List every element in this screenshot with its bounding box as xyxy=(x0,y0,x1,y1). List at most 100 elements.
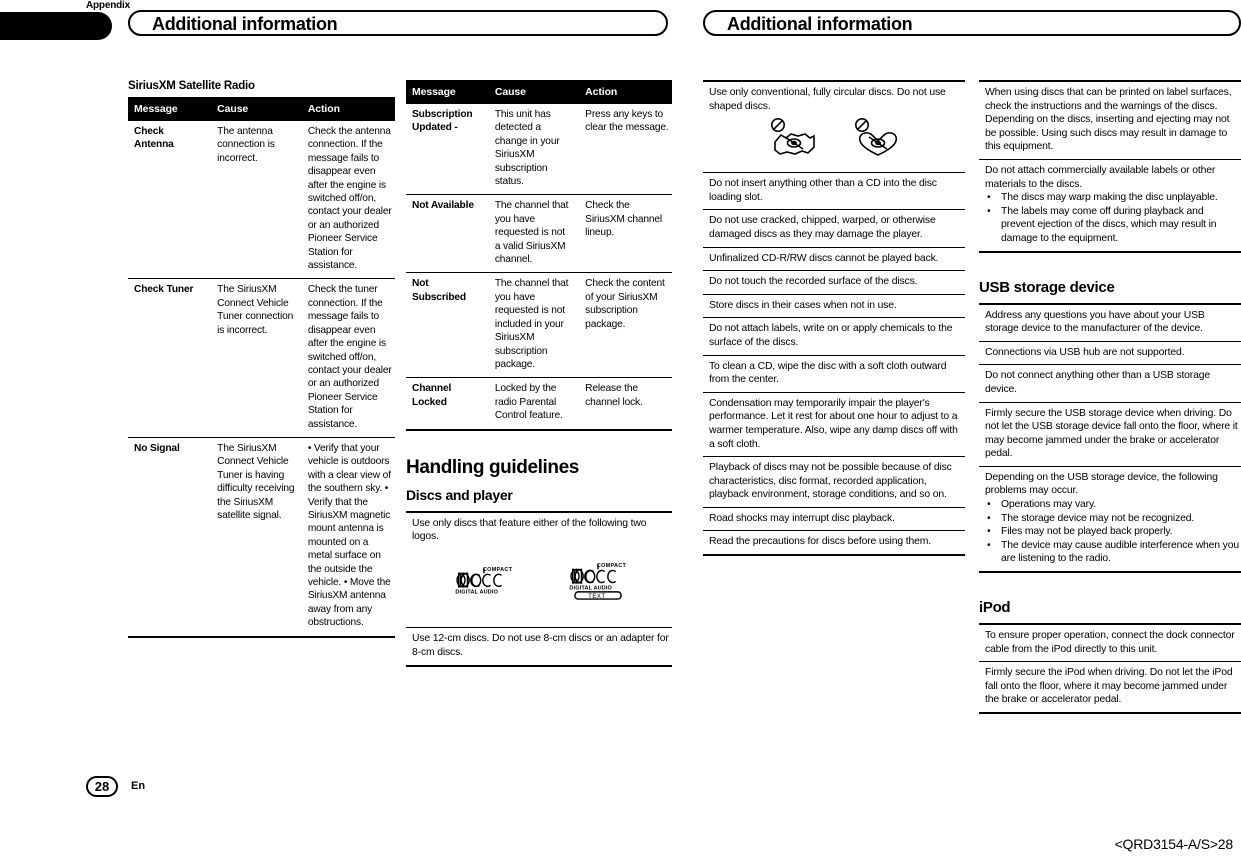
column-header-message: Message xyxy=(128,97,212,121)
column-four: When using discs that can be printed on … xyxy=(979,80,1241,714)
cell-cause: The SiriusXM Connect Vehicle Tuner is ha… xyxy=(211,436,302,637)
cell-cause: This unit has detected a change in your … xyxy=(494,109,560,188)
table-header-row: Message Cause Action xyxy=(128,97,395,121)
rule-item: Read the precautions for discs before us… xyxy=(703,531,965,557)
cell-message: No Signal xyxy=(128,436,212,637)
cell-message: Channel Locked xyxy=(406,377,489,430)
rule-item: Do not attach labels, write on or apply … xyxy=(703,318,965,356)
rule-item: Use 12-cm discs. Do not use 8-cm discs o… xyxy=(406,628,672,667)
bullet-item: Files may not be played back properly. xyxy=(985,525,1239,539)
siriusxm-message-table-part1: Message Cause Action Check Antenna The a… xyxy=(128,97,395,639)
page-title-left: Additional information xyxy=(152,14,338,34)
svg-text:DIGITAL AUDIO: DIGITAL AUDIO xyxy=(569,585,612,591)
no-shaped-disc-square-icon xyxy=(771,118,815,156)
cell-message: Check Tuner xyxy=(128,278,212,438)
chapter-thumb-tab xyxy=(0,12,112,40)
rule-item: Do not use cracked, chipped, warped, or … xyxy=(703,210,965,248)
rule-item: Firmly secure the USB storage device whe… xyxy=(979,403,1241,467)
table-header-row: Message Cause Action xyxy=(406,80,672,104)
bullet-item: The discs may warp making the disc unpla… xyxy=(985,191,1239,205)
column-header-cause: Cause xyxy=(211,97,302,121)
table-row: Not Available The channel that you have … xyxy=(406,194,672,273)
column-header-cause: Cause xyxy=(488,80,580,104)
rule-item: Do not touch the recorded surface of the… xyxy=(703,271,965,295)
rule-item: Unfinalized CD-R/RW discs cannot be play… xyxy=(703,248,965,272)
rule-item: When using discs that can be printed on … xyxy=(979,82,1241,160)
svg-text:TEXT: TEXT xyxy=(588,594,606,600)
cell-action: Check the antenna connection. If the mes… xyxy=(307,126,392,272)
svg-text:COMPACT: COMPACT xyxy=(597,563,627,569)
cell-action: Press any keys to clear the message. xyxy=(585,109,669,134)
cell-message: Subscription Updated - xyxy=(412,109,473,134)
usb-storage-device-title: USB storage device xyxy=(979,278,1115,296)
rule-item: Do not connect anything other than a USB… xyxy=(979,365,1241,403)
cell-action: Check the SiriusXM channel lineup. xyxy=(579,194,672,273)
rule-text: Depending on the USB storage device, the… xyxy=(985,471,1218,497)
usb-bullet-list: Operations may vary. The storage device … xyxy=(985,498,1239,566)
rule-item: Condensation may temporarily impair the … xyxy=(703,393,965,458)
bullet-item: The labels may come off during playback … xyxy=(985,205,1239,246)
page-number-badge: 28 xyxy=(86,776,118,797)
page-header-left: Additional information xyxy=(128,10,668,36)
column-header-action: Action xyxy=(301,97,395,121)
table-row: Channel Locked Locked by the radio Paren… xyxy=(406,377,672,430)
table-row: Check Antenna The antenna connection is … xyxy=(128,121,395,279)
cell-cause: The antenna connection is incorrect. xyxy=(217,126,275,164)
bullet-item: The device may cause audible interferenc… xyxy=(985,539,1239,566)
bullet-item: Operations may vary. xyxy=(985,498,1239,512)
cell-cause: The channel that you have requested is n… xyxy=(488,194,580,273)
disc-handling-rule-list: Use only conventional, fully circular di… xyxy=(703,80,965,557)
cell-action: Check the tuner connection. If the messa… xyxy=(301,278,395,438)
cell-cause: Locked by the radio Parental Control fea… xyxy=(488,377,580,430)
rule-item: To clean a CD, wipe the disc with a soft… xyxy=(703,356,965,393)
table-row: Not Subscribed The channel that you have… xyxy=(406,272,672,378)
rule-item: Store discs in their cases when not in u… xyxy=(703,295,965,319)
rule-item: Use only discs that feature either of th… xyxy=(406,513,672,629)
cell-cause: The SiriusXM Connect Vehicle Tuner conne… xyxy=(211,278,302,438)
handling-guidelines-title: Handling guidelines xyxy=(406,456,579,478)
page-header-right: Additional information xyxy=(703,10,1241,36)
cell-message: Not Available xyxy=(406,194,489,273)
cell-action: Check the content of your SiriusXM subsc… xyxy=(579,272,672,378)
rule-item: Playback of discs may not be possible be… xyxy=(703,457,965,508)
ipod-rule-list: To ensure proper operation, connect the … xyxy=(979,623,1241,714)
disc-label-rule-list: When using discs that can be printed on … xyxy=(979,80,1241,253)
bullet-item: The storage device may not be recognized… xyxy=(985,512,1239,526)
siriusxm-section-title: SiriusXM Satellite Radio xyxy=(128,80,255,92)
cell-message: Not Subscribed xyxy=(406,272,489,378)
discs-and-player-title: Discs and player xyxy=(406,486,513,503)
rule-item: Do not insert anything other than a CD i… xyxy=(703,173,965,211)
cell-message: Check Antenna xyxy=(134,126,174,151)
column-header-action: Action xyxy=(579,80,672,104)
cell-cause: The channel that you have requested is n… xyxy=(488,272,580,378)
usb-rule-list: Address any questions you have about you… xyxy=(979,302,1241,574)
cell-action: • Verify that your vehicle is outdoors w… xyxy=(301,436,395,637)
label-bullet-list: The discs may warp making the disc unpla… xyxy=(985,191,1239,245)
rule-text: Use only discs that feature either of th… xyxy=(412,517,647,543)
ipod-title: iPod xyxy=(979,599,1011,617)
discs-and-player-rule-list: Use only discs that feature either of th… xyxy=(406,510,672,667)
svg-text:COMPACT: COMPACT xyxy=(483,567,513,573)
table-row: Subscription Updated - This unit has det… xyxy=(406,104,672,195)
chapter-label: Appendix xyxy=(86,0,130,11)
compact-disc-digital-audio-logo: COMPACT DIGITAL AUDIO xyxy=(455,567,513,596)
table-bottom-rule xyxy=(128,635,395,639)
document-code: <QRD3154-A/S>28 xyxy=(1114,836,1234,852)
rule-item: Depending on the USB storage device, the… xyxy=(979,467,1241,574)
table-row: Check Tuner The SiriusXM Connect Vehicle… xyxy=(128,278,395,438)
page-title-right: Additional information xyxy=(727,14,913,34)
rule-item: To ensure proper operation, connect the … xyxy=(979,625,1241,663)
rule-item: Do not attach commercially available lab… xyxy=(979,160,1241,253)
svg-text:DIGITAL AUDIO: DIGITAL AUDIO xyxy=(455,589,498,595)
column-three: Use only conventional, fully circular di… xyxy=(703,80,965,557)
rule-text: Use only conventional, fully circular di… xyxy=(709,87,946,112)
rule-item: Connections via USB hub are not supporte… xyxy=(979,342,1241,366)
table-bottom-rule xyxy=(406,428,672,432)
shaped-disc-figures xyxy=(709,113,963,167)
column-one: SiriusXM Satellite Radio Message Cause A… xyxy=(128,80,395,639)
rule-text: Do not attach commercially available lab… xyxy=(985,164,1216,190)
rule xyxy=(406,428,672,432)
compact-disc-digital-audio-text-logo: COMPACT DIGITAL AUDIO TEXT xyxy=(569,563,627,600)
siriusxm-message-table-part2: Message Cause Action Subscription Update… xyxy=(406,80,672,432)
column-two: Message Cause Action Subscription Update… xyxy=(406,80,672,667)
